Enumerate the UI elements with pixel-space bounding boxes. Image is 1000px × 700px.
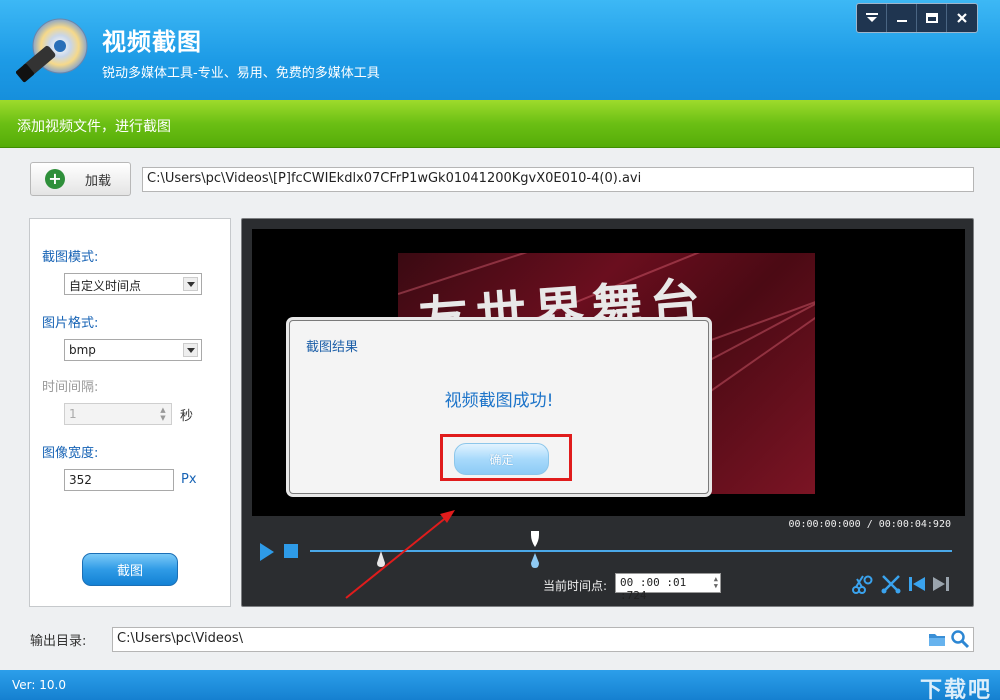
- skip-next-icon[interactable]: [930, 573, 952, 595]
- add-file-label: 加载: [85, 173, 112, 189]
- format-label: 图片格式:: [42, 316, 99, 331]
- title-bar: 视频截图 锐动多媒体工具-专业、易用、免费的多媒体工具: [0, 0, 1000, 100]
- file-path-field[interactable]: C:\Users\pc\Videos\[P]fcCWIEkdlx07CFrP1w…: [142, 167, 974, 192]
- time-display: 00:00:00:000 / 00:00:04:920: [788, 519, 951, 530]
- mode-label: 截图模式:: [42, 250, 99, 265]
- format-select-value: bmp: [69, 343, 96, 357]
- stop-icon[interactable]: [284, 544, 298, 558]
- version-label: Ver: 10.0: [12, 678, 66, 692]
- highlight-box: [440, 434, 572, 481]
- stepper-arrows-icon[interactable]: ▲ ▼: [157, 406, 169, 422]
- capture-button[interactable]: 截图: [82, 553, 178, 586]
- format-select[interactable]: bmp: [64, 339, 202, 361]
- watermark-text: 下载吧: [919, 678, 992, 700]
- current-time-value: 00 :00 :01 :724: [620, 576, 687, 602]
- folder-icon[interactable]: [928, 631, 946, 647]
- window-controls: [856, 3, 978, 33]
- interval-stepper[interactable]: 1 ▲ ▼: [64, 403, 172, 425]
- minimize-icon[interactable]: [887, 4, 917, 32]
- stepper-arrows-icon[interactable]: ▲ ▼: [714, 576, 718, 590]
- dialog-title: 截图结果: [306, 340, 359, 355]
- plus-icon: +: [45, 169, 65, 189]
- status-bar: Ver: 10.0 下载吧: [0, 670, 1000, 700]
- interval-unit: 秒: [180, 409, 194, 424]
- output-label: 输出目录:: [30, 634, 87, 649]
- width-label: 图像宽度:: [42, 446, 99, 461]
- interval-value: 1: [69, 407, 77, 421]
- chevron-down-icon: [183, 277, 198, 291]
- cut-icon[interactable]: [880, 573, 902, 595]
- app-title: 视频截图: [102, 28, 202, 56]
- search-icon[interactable]: [950, 629, 970, 649]
- close-icon[interactable]: [947, 4, 977, 32]
- output-path-field[interactable]: C:\Users\pc\Videos\: [112, 627, 974, 652]
- width-input[interactable]: 352: [64, 469, 174, 491]
- step-text: 添加视频文件，进行截图: [17, 119, 171, 135]
- playhead-marker[interactable]: [530, 531, 540, 569]
- maximize-icon[interactable]: [917, 4, 947, 32]
- timeline-track[interactable]: [310, 550, 952, 552]
- width-unit: Px: [181, 472, 197, 487]
- app-logo-icon: [16, 18, 88, 83]
- settings-panel: 截图模式: 自定义时间点 图片格式: bmp 时间间隔: 1 ▲ ▼ 秒 图像宽度…: [29, 218, 231, 607]
- app-subtitle: 锐动多媒体工具-专业、易用、免费的多媒体工具: [102, 66, 380, 81]
- current-time-label: 当前时间点:: [543, 579, 608, 593]
- chevron-down-icon: [183, 343, 198, 357]
- skip-previous-icon[interactable]: [906, 573, 928, 595]
- range-start-marker[interactable]: [376, 551, 386, 569]
- step-bar: 添加视频文件，进行截图: [0, 100, 1000, 148]
- mode-select-value: 自定义时间点: [69, 279, 142, 293]
- menu-icon[interactable]: [857, 4, 887, 32]
- scissors-settings-icon[interactable]: [851, 573, 873, 595]
- add-file-button[interactable]: + 加载: [30, 162, 131, 196]
- play-icon[interactable]: [260, 543, 274, 561]
- interval-label: 时间间隔:: [42, 380, 99, 395]
- dialog-message: 视频截图成功!: [444, 391, 554, 411]
- mode-select[interactable]: 自定义时间点: [64, 273, 202, 295]
- current-time-input[interactable]: 00 :00 :01 :724 ▲ ▼: [615, 573, 721, 602]
